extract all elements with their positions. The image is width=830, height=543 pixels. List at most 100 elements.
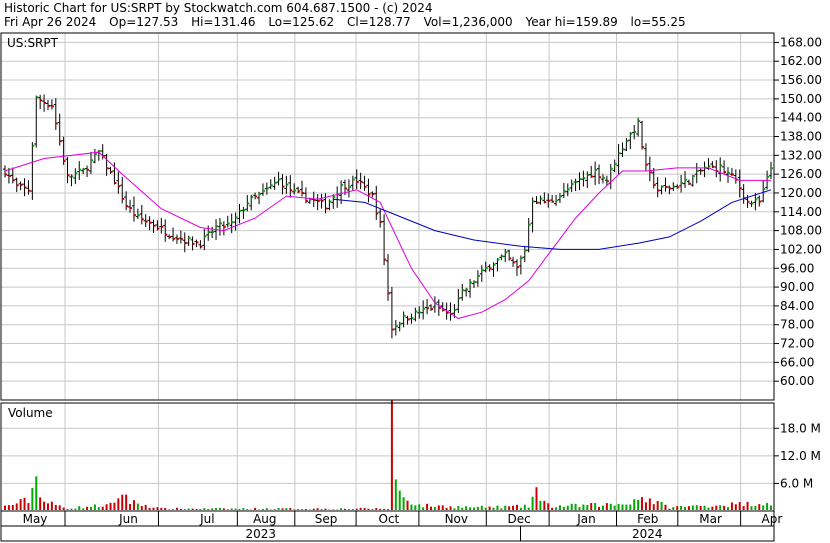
ohlc-bar (186, 235, 191, 246)
volume-bars (4, 399, 772, 510)
ohlc-bar (346, 179, 351, 198)
ohlc-bar (260, 183, 265, 196)
ohlc-bar (690, 174, 695, 187)
ohlc-bar (475, 270, 480, 287)
ohlc-bar (409, 313, 414, 324)
ohlc-bar (171, 227, 176, 242)
ohlc-bar (557, 193, 562, 204)
ohlc-bar (507, 249, 512, 261)
volume-tick-label: 6.0 M (780, 476, 813, 490)
ohlc-bar (272, 176, 277, 190)
month-axis: May Jun Jul Aug Sep Oct Nov Dec Jan Feb Mar Apr (23, 511, 782, 526)
month-label: Jan (576, 512, 596, 526)
ohlc-bar (253, 192, 258, 200)
ohlc-bar (530, 197, 535, 233)
ohlc-bar (198, 240, 203, 249)
ohlc-bar (38, 94, 43, 110)
ohlc-bar (237, 203, 242, 224)
ohlc-bar (358, 172, 363, 190)
ohlc-bar (769, 161, 773, 180)
ohlc-bar (323, 193, 328, 214)
ohlc-bar (354, 169, 359, 189)
month-label: Jun (118, 512, 138, 526)
ohlc-bar (120, 176, 125, 204)
ohlc-bar (73, 168, 78, 185)
ohlc-bar (518, 255, 523, 275)
ohlc-bar (538, 195, 543, 205)
price-tick-label: 90.00 (780, 280, 814, 294)
price-tick-label: 132.00 (780, 148, 822, 162)
month-label: Oct (379, 512, 400, 526)
ohlc-bar (694, 162, 699, 184)
year-label: 2023 (245, 527, 276, 541)
ohlc-bar (663, 177, 668, 192)
price-tick-label: 120.00 (780, 186, 822, 200)
ohlc-bar (268, 179, 273, 190)
month-label: Nov (445, 512, 468, 526)
ohlc-bar (428, 304, 433, 312)
ohlc-bar (511, 256, 516, 267)
ohlc-bar (65, 157, 70, 184)
price-panel-frame (0, 32, 775, 401)
ohlc-bar (503, 248, 508, 262)
volume-label: Volume (8, 406, 53, 420)
ohlc-bar (561, 182, 566, 199)
ohlc-bar (296, 186, 301, 194)
month-label: May (23, 512, 48, 526)
ohlc-bar (757, 195, 762, 207)
year-label: 2024 (632, 527, 663, 541)
ohlc-bar (421, 300, 426, 320)
ohlc-bar (34, 95, 39, 148)
price-tick-label: 96.00 (780, 261, 814, 275)
ohlc-bar (116, 171, 121, 194)
ohlc-bar (190, 236, 195, 251)
ohlc-bar (655, 177, 660, 198)
volume-panel-frame (0, 402, 775, 512)
ohlc-bar (616, 143, 621, 175)
volume-axis: 18.0 M 12.0 M 6.0 M (774, 421, 821, 490)
ohlc-bar (413, 307, 418, 322)
ohlc-bar (241, 206, 246, 219)
ohlc-bar (143, 214, 148, 228)
ohlc-bar (397, 321, 402, 332)
ohlc-bar (159, 217, 164, 234)
ohlc-bar (350, 175, 355, 191)
ohlc-bar (651, 167, 656, 189)
ohlc-bar (374, 185, 379, 220)
price-tick-label: 144.00 (780, 111, 822, 125)
price-tick-label: 108.00 (780, 224, 822, 238)
ohlc-bar (722, 160, 727, 175)
ohlc-bar (18, 181, 23, 191)
price-tick-label: 126.00 (780, 167, 822, 181)
ohlc-bar (135, 208, 140, 219)
ohlc-bar (479, 265, 484, 282)
ohlc-bar (733, 169, 738, 184)
ohlc-bar (514, 259, 519, 276)
ohlc-bar (483, 261, 488, 273)
ohlc-bar (464, 287, 469, 297)
ohlc-bar (546, 193, 551, 208)
price-tick-label: 156.00 (780, 73, 822, 87)
ohlc-bar (624, 138, 629, 152)
ohlc-bar (202, 228, 207, 251)
ohlc-bar (425, 299, 430, 315)
ohlc-bar (702, 161, 707, 178)
ohlc-bar (468, 278, 473, 298)
ohlc-bar (632, 125, 637, 140)
ohlc-bar (710, 161, 715, 169)
price-tick-label: 84.00 (780, 299, 814, 313)
ohlc-bar (300, 180, 305, 197)
ohlc-bar (85, 165, 90, 178)
ohlc-bar (686, 179, 691, 186)
chart-grid (1, 33, 774, 400)
ohlc-bar (491, 262, 496, 277)
ohlc-bar (495, 258, 500, 272)
ohlc-bar (640, 120, 645, 150)
month-label: Jul (199, 512, 214, 526)
ohlc-bar (714, 160, 719, 178)
price-tick-label: 66.00 (780, 355, 814, 369)
ohlc-bar (3, 165, 7, 178)
ohlc-bar (600, 174, 605, 184)
ohlc-bar (366, 178, 371, 203)
month-label: Sep (315, 512, 338, 526)
